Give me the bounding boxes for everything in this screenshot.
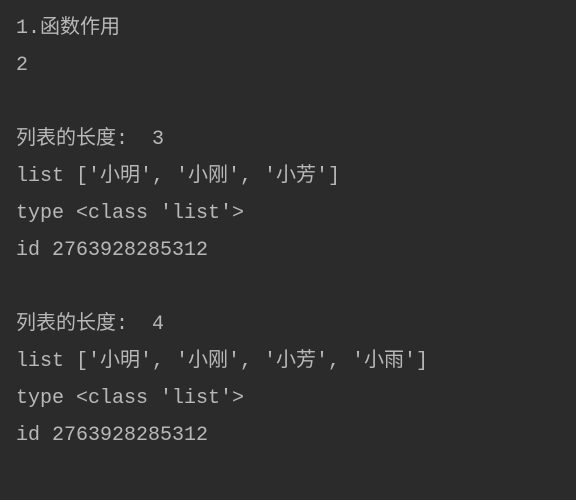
output-line-4: 列表的长度: 3 [16,121,560,158]
output-line-7: id 2763928285312 [16,232,560,269]
output-line-2: 2 [16,47,560,84]
output-line-11: type <class 'list'> [16,380,560,417]
output-line-12: id 2763928285312 [16,417,560,454]
output-line-10: list ['小明', '小刚', '小芳', '小雨'] [16,343,560,380]
blank-line [16,84,560,121]
output-line-5: list ['小明', '小刚', '小芳'] [16,158,560,195]
output-line-6: type <class 'list'> [16,195,560,232]
output-line-9: 列表的长度: 4 [16,306,560,343]
output-line-1: 1.函数作用 [16,10,560,47]
blank-line [16,269,560,306]
